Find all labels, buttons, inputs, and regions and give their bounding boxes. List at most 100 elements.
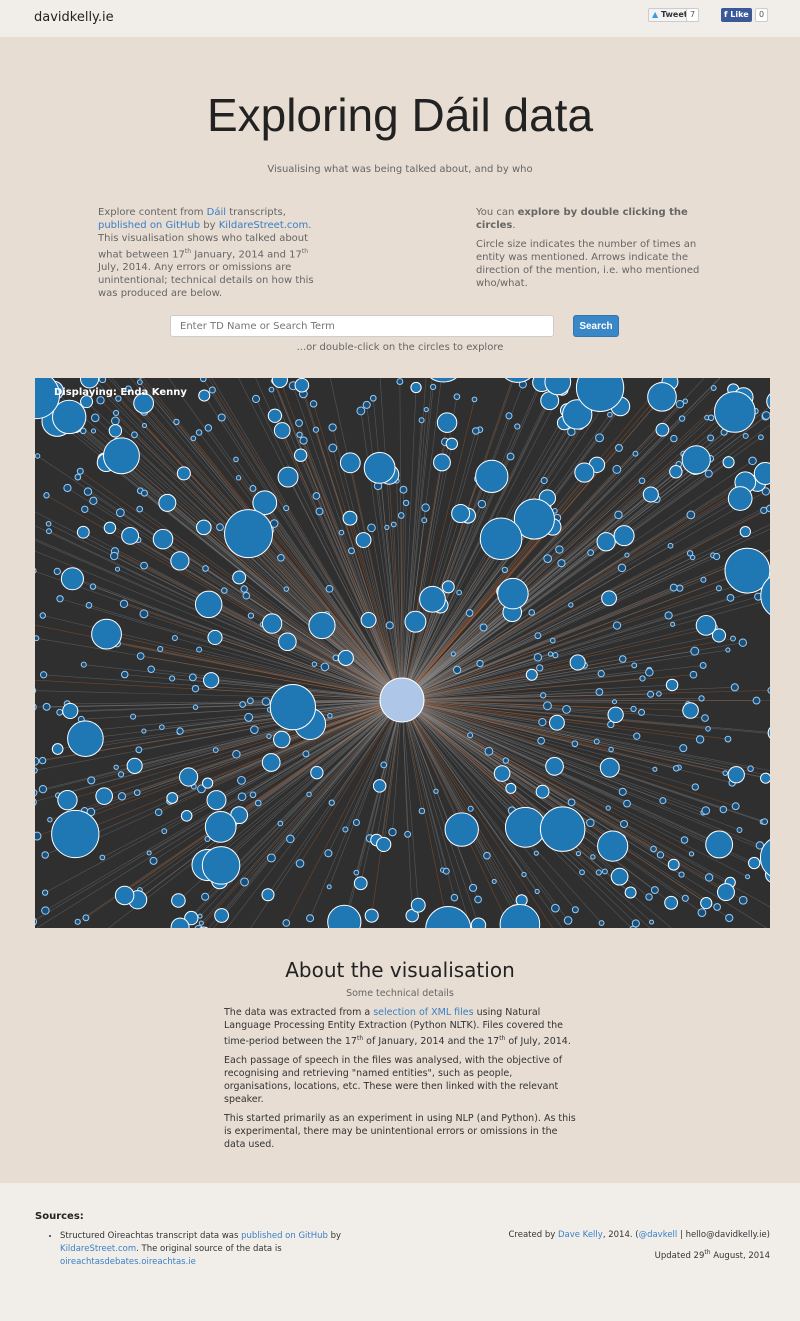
entity-node[interactable] bbox=[249, 485, 257, 492]
entity-node[interactable] bbox=[727, 486, 753, 511]
entity-node[interactable] bbox=[35, 831, 42, 841]
entity-node[interactable] bbox=[39, 671, 48, 679]
entity-node[interactable] bbox=[748, 856, 761, 870]
entity-node[interactable] bbox=[707, 434, 715, 442]
entity-node[interactable] bbox=[278, 632, 297, 652]
entity-node[interactable] bbox=[624, 886, 637, 899]
entity-node[interactable] bbox=[179, 767, 199, 787]
entity-node[interactable] bbox=[472, 427, 480, 435]
entity-node[interactable] bbox=[538, 717, 547, 727]
entity-node[interactable] bbox=[675, 399, 685, 409]
entity-node[interactable] bbox=[108, 424, 123, 438]
entity-node[interactable] bbox=[244, 712, 254, 722]
entity-node[interactable] bbox=[701, 806, 711, 815]
entity-node[interactable] bbox=[41, 906, 50, 915]
entity-node[interactable] bbox=[38, 756, 47, 765]
entity-node[interactable] bbox=[688, 851, 695, 857]
entity-node[interactable] bbox=[745, 874, 751, 880]
entity-node[interactable] bbox=[470, 917, 487, 928]
entity-node[interactable] bbox=[758, 434, 764, 441]
entity-node[interactable] bbox=[551, 903, 560, 913]
entity-node[interactable] bbox=[655, 422, 670, 437]
entity-node[interactable] bbox=[141, 728, 147, 734]
entity-node[interactable] bbox=[261, 888, 275, 902]
entity-node[interactable] bbox=[261, 753, 281, 772]
entity-node[interactable] bbox=[339, 452, 361, 474]
entity-node[interactable] bbox=[117, 771, 125, 778]
entity-node[interactable] bbox=[56, 595, 64, 603]
entity-node[interactable] bbox=[35, 789, 38, 797]
entity-node[interactable] bbox=[110, 416, 120, 426]
entity-node[interactable] bbox=[484, 746, 494, 756]
entity-node[interactable] bbox=[623, 799, 631, 808]
entity-node[interactable] bbox=[198, 920, 204, 926]
entity-node[interactable] bbox=[710, 385, 717, 391]
entity-node[interactable] bbox=[306, 791, 312, 798]
entity-node[interactable] bbox=[140, 561, 148, 570]
xml-files-link[interactable]: selection of XML files bbox=[373, 1007, 473, 1018]
entity-node[interactable] bbox=[608, 746, 614, 753]
entity-node[interactable] bbox=[436, 412, 458, 433]
entity-node[interactable] bbox=[656, 691, 662, 697]
entity-node[interactable] bbox=[348, 547, 355, 555]
entity-node[interactable] bbox=[441, 580, 455, 594]
entity-node[interactable] bbox=[569, 654, 586, 671]
entity-node[interactable] bbox=[35, 917, 38, 926]
entity-node[interactable] bbox=[180, 810, 193, 822]
entity-node[interactable] bbox=[571, 740, 579, 748]
entity-node[interactable] bbox=[42, 702, 51, 711]
entity-node[interactable] bbox=[669, 465, 683, 479]
entity-node[interactable] bbox=[121, 526, 140, 545]
entity-node[interactable] bbox=[85, 601, 93, 609]
entity-node[interactable] bbox=[587, 549, 595, 557]
entity-node[interactable] bbox=[232, 570, 247, 585]
entity-node[interactable] bbox=[665, 678, 679, 692]
entity-node[interactable] bbox=[112, 409, 120, 417]
entity-node[interactable] bbox=[525, 668, 538, 681]
entity-node[interactable] bbox=[479, 623, 488, 632]
entity-node[interactable] bbox=[327, 904, 362, 928]
entity-node[interactable] bbox=[320, 662, 330, 672]
entity-node[interactable] bbox=[598, 920, 605, 926]
entity-node[interactable] bbox=[41, 889, 49, 896]
entity-node[interactable] bbox=[269, 683, 317, 731]
entity-node[interactable] bbox=[197, 913, 203, 919]
entity-node[interactable] bbox=[630, 705, 637, 713]
entity-node[interactable] bbox=[74, 473, 82, 481]
entity-node[interactable] bbox=[624, 552, 630, 558]
entity-node[interactable] bbox=[705, 830, 734, 859]
entity-node[interactable] bbox=[152, 528, 174, 550]
entity-node[interactable] bbox=[421, 517, 428, 524]
entity-node[interactable] bbox=[421, 503, 430, 512]
entity-node[interactable] bbox=[650, 845, 657, 853]
entity-node[interactable] bbox=[45, 528, 52, 535]
entity-node[interactable] bbox=[273, 422, 291, 439]
entity-node[interactable] bbox=[670, 434, 678, 443]
entity-node[interactable] bbox=[596, 532, 616, 552]
entity-node[interactable] bbox=[325, 584, 334, 593]
dail-link[interactable]: Dáil bbox=[207, 207, 226, 218]
entity-node[interactable] bbox=[476, 659, 484, 668]
entity-node[interactable] bbox=[141, 422, 148, 429]
entity-node[interactable] bbox=[171, 634, 178, 642]
twitter-link[interactable]: @davkell bbox=[639, 1230, 678, 1240]
entity-node[interactable] bbox=[90, 428, 97, 434]
entity-node[interactable] bbox=[35, 798, 37, 806]
entity-node[interactable] bbox=[159, 724, 165, 731]
entity-node[interactable] bbox=[191, 684, 200, 693]
entity-node[interactable] bbox=[767, 725, 770, 741]
entity-node[interactable] bbox=[533, 850, 539, 856]
entity-node[interactable] bbox=[194, 590, 223, 619]
search-button[interactable]: Search bbox=[573, 315, 619, 337]
entity-node[interactable] bbox=[535, 784, 550, 799]
entity-node[interactable] bbox=[410, 897, 426, 913]
entity-node[interactable] bbox=[714, 391, 756, 433]
entity-node[interactable] bbox=[158, 493, 177, 512]
entity-node[interactable] bbox=[98, 378, 107, 384]
entity-node[interactable] bbox=[35, 756, 40, 766]
entity-node[interactable] bbox=[63, 483, 72, 493]
entity-node[interactable] bbox=[89, 496, 98, 505]
entity-node[interactable] bbox=[574, 462, 595, 483]
entity-node[interactable] bbox=[724, 735, 732, 743]
entity-node[interactable] bbox=[362, 400, 371, 409]
